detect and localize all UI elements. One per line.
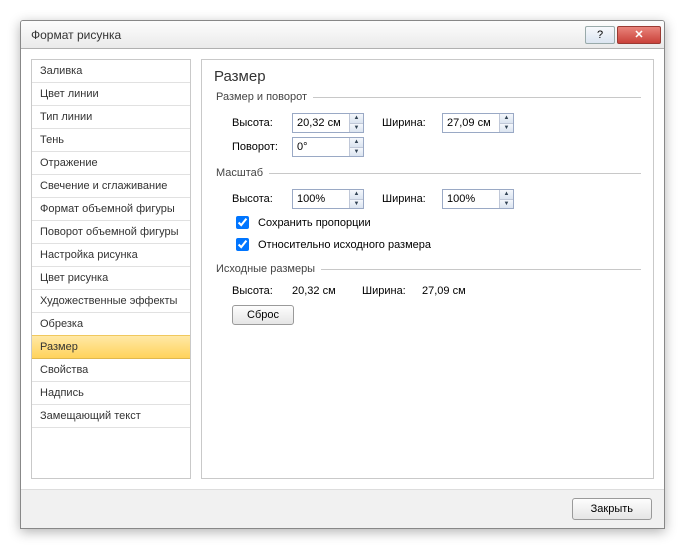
height-up-icon[interactable]: ▲ [350,114,363,123]
sidebar-item-size[interactable]: Размер [32,335,190,359]
height-input[interactable] [293,114,349,132]
height-spinner[interactable]: ▲ ▼ [292,113,364,133]
dialog-footer: Закрыть [21,489,664,528]
sidebar-item-alt-text[interactable]: Замещающий текст [32,405,190,428]
group-scale-legend: Масштаб [214,167,269,179]
sidebar-item-glow[interactable]: Свечение и сглаживание [32,175,190,198]
group-size-rotate: Размер и поворот Высота: ▲ ▼ Ширина: [214,91,641,161]
relative-original-checkbox[interactable] [236,238,249,251]
sidebar-item-line-color[interactable]: Цвет линии [32,83,190,106]
scale-height-down-icon[interactable]: ▼ [350,199,363,209]
dialog-body: Заливка Цвет линии Тип линии Тень Отраже… [21,49,664,489]
lock-aspect-checkbox-row[interactable]: Сохранить пропорции [232,213,641,232]
lock-aspect-checkbox[interactable] [236,216,249,229]
scale-height-label: Высота: [232,193,286,205]
group-scale: Масштаб Высота: ▲ ▼ Ширина: ▲ [214,167,641,257]
window-close-button[interactable]: ✕ [617,26,661,44]
sidebar: Заливка Цвет линии Тип линии Тень Отраже… [31,59,191,479]
orig-height-value: 20,32 см [292,285,352,297]
sidebar-item-artistic-effects[interactable]: Художественные эффекты [32,290,190,313]
sidebar-item-fill[interactable]: Заливка [32,60,190,83]
scale-width-up-icon[interactable]: ▲ [500,190,513,199]
scale-width-label: Ширина: [382,193,436,205]
rotation-up-icon[interactable]: ▲ [350,138,363,147]
scale-height-up-icon[interactable]: ▲ [350,190,363,199]
scale-width-down-icon[interactable]: ▼ [500,199,513,209]
sidebar-item-crop[interactable]: Обрезка [32,313,190,336]
titlebar-buttons: ? ✕ [585,26,661,44]
sidebar-item-reflection[interactable]: Отражение [32,152,190,175]
format-picture-dialog: Формат рисунка ? ✕ Заливка Цвет линии Ти… [20,20,665,529]
orig-width-label: Ширина: [362,285,412,297]
titlebar: Формат рисунка ? ✕ [21,21,664,49]
width-down-icon[interactable]: ▼ [500,123,513,133]
orig-width-value: 27,09 см [422,285,482,297]
width-spinner[interactable]: ▲ ▼ [442,113,514,133]
dialog-title: Формат рисунка [31,28,585,42]
scale-width-input[interactable] [443,190,499,208]
scale-width-spinner[interactable]: ▲ ▼ [442,189,514,209]
relative-original-checkbox-row[interactable]: Относительно исходного размера [232,235,641,254]
group-original: Исходные размеры Высота: 20,32 см Ширина… [214,263,641,325]
sidebar-item-properties[interactable]: Свойства [32,359,190,382]
sidebar-item-3d-rotation[interactable]: Поворот объемной фигуры [32,221,190,244]
sidebar-item-picture-color[interactable]: Цвет рисунка [32,267,190,290]
sidebar-item-line-style[interactable]: Тип линии [32,106,190,129]
rotation-spinner[interactable]: ▲ ▼ [292,137,364,157]
rotation-input[interactable] [293,138,349,156]
width-up-icon[interactable]: ▲ [500,114,513,123]
relative-original-label: Относительно исходного размера [258,239,431,251]
scale-height-input[interactable] [293,190,349,208]
height-down-icon[interactable]: ▼ [350,123,363,133]
rotation-down-icon[interactable]: ▼ [350,147,363,157]
width-input[interactable] [443,114,499,132]
close-icon: ✕ [634,28,643,41]
scale-height-spinner[interactable]: ▲ ▼ [292,189,364,209]
lock-aspect-label: Сохранить пропорции [258,217,371,229]
group-original-legend: Исходные размеры [214,263,321,275]
reset-button[interactable]: Сброс [232,305,294,325]
sidebar-item-textbox[interactable]: Надпись [32,382,190,405]
help-icon: ? [597,29,603,41]
sidebar-item-shadow[interactable]: Тень [32,129,190,152]
panel-heading: Размер [214,68,641,85]
close-button[interactable]: Закрыть [572,498,652,520]
orig-height-label: Высота: [232,285,282,297]
rotation-label: Поворот: [232,141,286,153]
help-button[interactable]: ? [585,26,615,44]
height-label: Высота: [232,117,286,129]
sidebar-item-3d-format[interactable]: Формат объемной фигуры [32,198,190,221]
width-label: Ширина: [382,117,436,129]
sidebar-item-picture-corrections[interactable]: Настройка рисунка [32,244,190,267]
size-panel: Размер Размер и поворот Высота: ▲ ▼ Шири… [201,59,654,479]
group-size-rotate-legend: Размер и поворот [214,91,313,103]
